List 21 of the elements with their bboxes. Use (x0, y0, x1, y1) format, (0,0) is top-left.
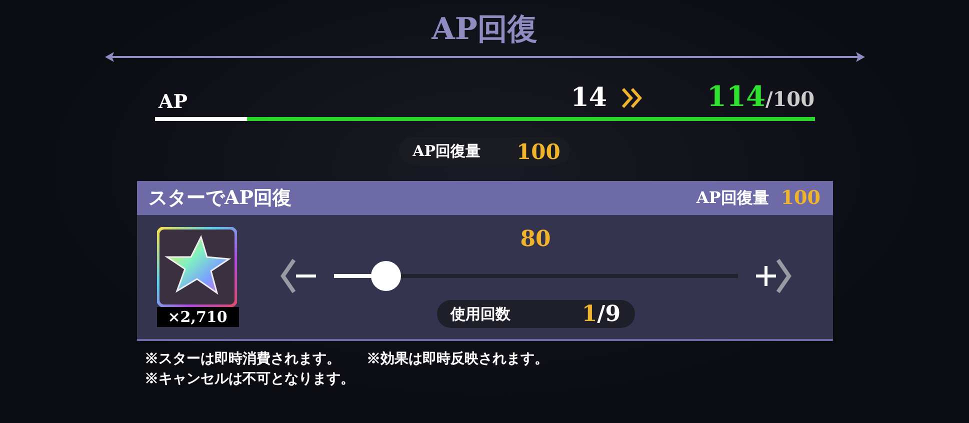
current-ap: 14 (570, 83, 607, 113)
note-text: ※スターは即時消費されます。 (144, 350, 340, 369)
slider-thumb[interactable] (371, 261, 402, 291)
dialog-title: AP回復 (432, 12, 538, 48)
panel-title: スターでAP回復 (148, 186, 292, 211)
note-text: ※キャンセルは不可となります。 (144, 370, 354, 389)
ap-label: AP (158, 91, 188, 113)
recovered-ap: 114 (706, 80, 766, 113)
recovery-label: AP回復量 (412, 142, 481, 160)
item-count: ×2,710 (156, 307, 238, 327)
recovery-label: AP回復量 (696, 188, 769, 208)
double-chevron-icon (620, 87, 643, 109)
recovery-value: 100 (516, 138, 560, 164)
usage-label: 使用回数 (450, 304, 510, 324)
note-text: ※効果は即時反映されます。 (366, 350, 548, 369)
recovery-value: 100 (780, 187, 820, 209)
slider-value: 80 (520, 226, 551, 252)
star-icon (156, 227, 236, 307)
max-ap: /100 (765, 87, 814, 111)
usage-total: /9 (597, 301, 620, 327)
usage-used: 1 (582, 301, 598, 327)
